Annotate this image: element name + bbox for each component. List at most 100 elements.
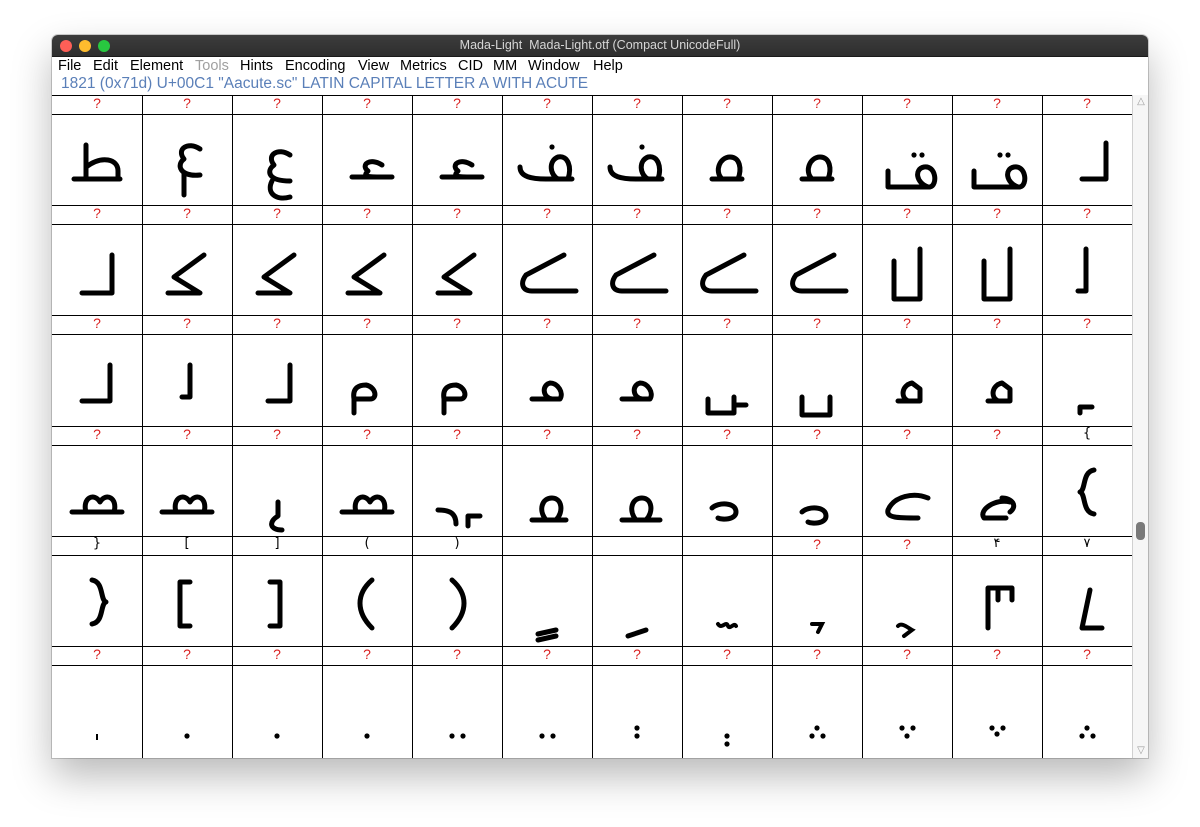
glyph-cell[interactable]: ? <box>682 95 772 205</box>
glyph-outline <box>862 335 952 425</box>
glyph-cell[interactable]: ? <box>772 426 862 536</box>
glyph-outline <box>862 556 952 646</box>
glyph-cell[interactable]: ? <box>862 315 952 426</box>
glyph-cell[interactable] <box>502 536 592 646</box>
glyph-cell[interactable]: ? <box>52 95 142 205</box>
glyph-cell[interactable]: ? <box>412 95 502 205</box>
glyph-cell[interactable]: ? <box>1042 646 1132 758</box>
menu-cid[interactable]: CID <box>458 57 483 75</box>
glyph-cell[interactable]: ? <box>412 205 502 315</box>
glyph-cell[interactable]: ? <box>322 95 412 205</box>
glyph-cell[interactable]: ? <box>772 315 862 426</box>
glyph-cell[interactable]: ? <box>142 205 232 315</box>
glyph-cell[interactable]: ? <box>502 95 592 205</box>
glyph-cell[interactable]: ( <box>322 536 412 646</box>
glyph-cell[interactable]: ? <box>682 205 772 315</box>
glyph-cell[interactable]: ? <box>142 426 232 536</box>
glyph-cell[interactable]: ? <box>142 315 232 426</box>
menu-help[interactable]: Help <box>593 57 623 75</box>
glyph-cell[interactable]: ? <box>772 646 862 758</box>
glyph-cell[interactable]: ? <box>952 646 1042 758</box>
glyph-cell[interactable]: ? <box>52 205 142 315</box>
glyph-cell[interactable]: ? <box>1042 95 1132 205</box>
menu-element[interactable]: Element <box>130 57 183 75</box>
glyph-cell[interactable]: ? <box>682 646 772 758</box>
glyph-cell[interactable]: ? <box>952 95 1042 205</box>
glyph-cell[interactable]: ۴ <box>952 536 1042 646</box>
glyph-cell[interactable]: ? <box>682 426 772 536</box>
glyph-outline <box>772 335 862 425</box>
menu-window[interactable]: Window <box>528 57 580 75</box>
glyph-cell[interactable]: ) <box>412 536 502 646</box>
glyph-cell[interactable]: ? <box>592 315 682 426</box>
scroll-up-arrow-icon[interactable]: △ <box>1135 97 1147 107</box>
menu-file[interactable]: File <box>58 57 81 75</box>
glyph-cell[interactable]: ] <box>232 536 322 646</box>
glyph-cell[interactable]: ? <box>232 646 322 758</box>
glyph-cell[interactable]: ? <box>952 315 1042 426</box>
glyph-cell[interactable] <box>592 536 682 646</box>
glyph-cell[interactable] <box>682 536 772 646</box>
glyph-cell[interactable]: ? <box>232 315 322 426</box>
glyph-cell[interactable]: ? <box>52 426 142 536</box>
glyph-cell[interactable]: ? <box>772 536 862 646</box>
glyph-cell[interactable]: ? <box>502 646 592 758</box>
glyph-cell[interactable]: ? <box>862 646 952 758</box>
glyph-outline <box>322 115 412 205</box>
menu-mm[interactable]: MM <box>493 57 517 75</box>
glyph-cell[interactable]: ? <box>592 205 682 315</box>
glyph-cell[interactable]: ? <box>952 426 1042 536</box>
menu-metrics[interactable]: Metrics <box>400 57 447 75</box>
glyph-cell-label: ? <box>1042 315 1132 335</box>
glyph-cell[interactable]: ? <box>502 315 592 426</box>
glyph-cell[interactable]: [ <box>142 536 232 646</box>
menu-edit[interactable]: Edit <box>93 57 118 75</box>
glyph-cell[interactable]: ? <box>52 646 142 758</box>
glyph-cell[interactable]: ? <box>52 315 142 426</box>
glyph-cell[interactable]: ? <box>412 315 502 426</box>
menu-hints[interactable]: Hints <box>240 57 273 75</box>
menu-encoding[interactable]: Encoding <box>285 57 345 75</box>
glyph-cell[interactable]: ? <box>592 426 682 536</box>
glyph-cell[interactable]: { <box>1042 426 1132 536</box>
glyph-cell[interactable]: ? <box>232 205 322 315</box>
glyph-cell-label: ? <box>322 205 412 225</box>
glyph-cell[interactable]: ? <box>502 205 592 315</box>
glyph-cell[interactable]: ? <box>322 315 412 426</box>
glyph-outline <box>952 225 1042 315</box>
glyph-outline <box>322 556 412 646</box>
glyph-cell[interactable]: ? <box>142 646 232 758</box>
glyph-cell-label: ۷ <box>1042 536 1132 556</box>
glyph-cell[interactable]: ? <box>772 95 862 205</box>
glyph-outline <box>142 335 232 425</box>
glyph-cell[interactable]: ? <box>592 646 682 758</box>
glyph-cell[interactable]: ? <box>862 426 952 536</box>
glyph-cell[interactable]: ? <box>862 536 952 646</box>
glyph-cell[interactable]: ? <box>682 315 772 426</box>
scroll-thumb[interactable] <box>1136 522 1145 540</box>
glyph-cell[interactable]: ? <box>1042 205 1132 315</box>
glyph-cell[interactable]: ? <box>502 426 592 536</box>
vertical-scrollbar[interactable]: △ ▽ <box>1132 95 1148 758</box>
glyph-cell[interactable]: ? <box>322 205 412 315</box>
glyph-cell[interactable]: ? <box>232 426 322 536</box>
menu-view[interactable]: View <box>358 57 389 75</box>
glyph-cell-label: ? <box>862 536 952 556</box>
glyph-cell[interactable]: ? <box>1042 315 1132 426</box>
glyph-cell[interactable]: ? <box>412 426 502 536</box>
glyph-cell[interactable]: ? <box>592 95 682 205</box>
glyph-cell[interactable]: ? <box>322 646 412 758</box>
glyph-cell[interactable]: ? <box>952 205 1042 315</box>
glyph-cell-label: ? <box>142 646 232 666</box>
glyph-cell[interactable]: } <box>52 536 142 646</box>
glyph-cell[interactable]: ? <box>232 95 322 205</box>
glyph-cell[interactable]: ? <box>862 95 952 205</box>
glyph-cell[interactable]: ? <box>412 646 502 758</box>
glyph-cell[interactable]: ? <box>772 205 862 315</box>
glyph-cell[interactable]: ? <box>862 205 952 315</box>
glyph-cell[interactable]: ۷ <box>1042 536 1132 646</box>
glyph-cell-label: ? <box>142 315 232 335</box>
scroll-down-arrow-icon[interactable]: ▽ <box>1135 746 1147 756</box>
glyph-cell[interactable]: ? <box>142 95 232 205</box>
glyph-cell[interactable]: ? <box>322 426 412 536</box>
